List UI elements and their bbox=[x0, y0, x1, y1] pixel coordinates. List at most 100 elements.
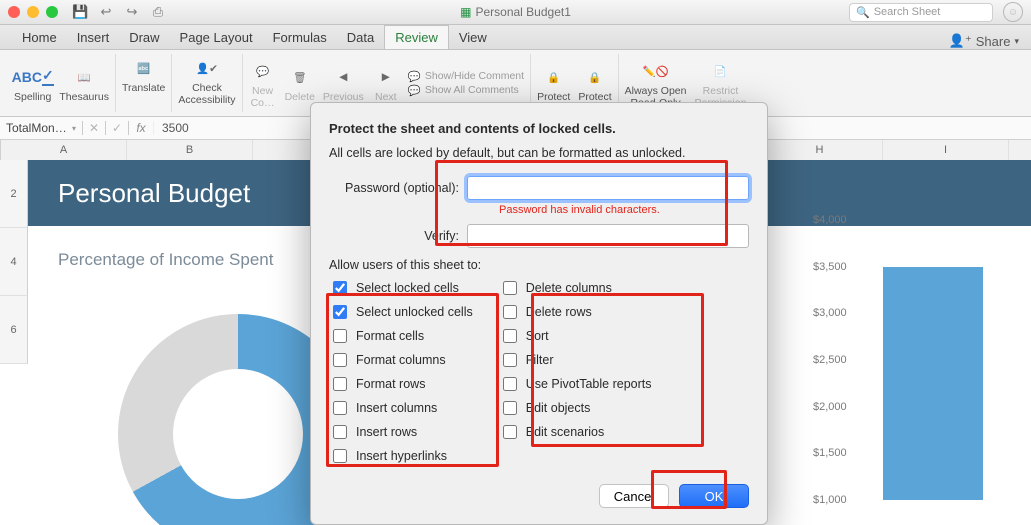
y-tick-label: $4,000 bbox=[813, 214, 847, 226]
show-all-comments-button[interactable]: 💬Show All Comments bbox=[408, 84, 524, 97]
permission-sort[interactable]: Sort bbox=[499, 326, 652, 346]
undo-icon[interactable]: ↩︎ bbox=[98, 4, 114, 20]
permission-insert-hyperlinks[interactable]: Insert hyperlinks bbox=[329, 446, 473, 466]
name-box[interactable]: TotalMon… ▾ bbox=[0, 121, 83, 135]
permission-label: Delete columns bbox=[526, 281, 612, 295]
permission-select-locked-cells[interactable]: Select locked cells bbox=[329, 278, 473, 298]
permission-checkbox[interactable] bbox=[333, 401, 347, 415]
redo-icon[interactable]: ↪︎ bbox=[124, 4, 140, 20]
permission-checkbox[interactable] bbox=[503, 377, 517, 391]
show-hide-comment-button[interactable]: 💬Show/Hide Comment bbox=[408, 70, 524, 83]
permission-label: Format rows bbox=[356, 377, 425, 391]
permission-use-pivottable-reports[interactable]: Use PivotTable reports bbox=[499, 374, 652, 394]
column-header[interactable]: H bbox=[757, 140, 883, 160]
permission-checkbox[interactable] bbox=[503, 401, 517, 415]
y-tick-label: $3,500 bbox=[813, 261, 847, 273]
ribbon-tabs: HomeInsertDrawPage LayoutFormulasDataRev… bbox=[0, 25, 1031, 50]
permission-delete-rows[interactable]: Delete rows bbox=[499, 302, 652, 322]
permission-checkbox[interactable] bbox=[503, 329, 517, 343]
verify-label: Verify: bbox=[329, 229, 467, 243]
enter-formula-icon[interactable]: ✓ bbox=[106, 121, 129, 135]
check-accessibility-button[interactable]: 👤✔ Check Accessibility bbox=[178, 54, 235, 106]
permission-checkbox[interactable] bbox=[503, 425, 517, 439]
next-icon: ▶ bbox=[372, 63, 400, 91]
permission-label: Insert rows bbox=[356, 425, 417, 439]
next-comment-button[interactable]: ▶ Next bbox=[372, 63, 400, 103]
row-headers: 246 bbox=[0, 160, 28, 364]
formula-input[interactable]: 3500 bbox=[154, 121, 197, 135]
tab-review[interactable]: Review bbox=[384, 25, 449, 49]
delete-comment-button[interactable]: 🗑 Delete bbox=[285, 63, 315, 103]
permission-delete-columns[interactable]: Delete columns bbox=[499, 278, 652, 298]
window-controls bbox=[8, 6, 58, 18]
permission-select-unlocked-cells[interactable]: Select unlocked cells bbox=[329, 302, 473, 322]
cancel-button[interactable]: Cancel bbox=[599, 484, 669, 508]
print-icon[interactable]: ⎙ bbox=[150, 4, 166, 20]
new-comment-icon: 💬 bbox=[249, 57, 277, 85]
cancel-formula-icon[interactable]: ✕ bbox=[83, 121, 106, 135]
search-icon: 🔍 bbox=[856, 6, 870, 19]
save-icon[interactable]: 💾 bbox=[72, 4, 88, 20]
permission-checkbox[interactable] bbox=[503, 353, 517, 367]
permission-format-cells[interactable]: Format cells bbox=[329, 326, 473, 346]
permission-format-rows[interactable]: Format rows bbox=[329, 374, 473, 394]
protect-workbook-button[interactable]: 🔒 Protect bbox=[578, 63, 611, 103]
row-header[interactable]: 4 bbox=[0, 228, 28, 296]
spelling-button[interactable]: ABC✓ Spelling bbox=[14, 63, 51, 103]
permission-checkbox[interactable] bbox=[333, 377, 347, 391]
permission-checkbox[interactable] bbox=[333, 329, 347, 343]
permission-format-columns[interactable]: Format columns bbox=[329, 350, 473, 370]
minimize-window-button[interactable] bbox=[27, 6, 39, 18]
column-header[interactable]: I bbox=[883, 140, 1009, 160]
fx-label: fx bbox=[129, 121, 154, 135]
permission-checkbox[interactable] bbox=[503, 305, 517, 319]
permission-checkbox[interactable] bbox=[333, 305, 347, 319]
row-header[interactable]: 6 bbox=[0, 296, 28, 364]
verify-input[interactable] bbox=[467, 224, 749, 248]
permission-checkbox[interactable] bbox=[503, 281, 517, 295]
password-input[interactable] bbox=[467, 176, 749, 200]
column-header[interactable]: B bbox=[127, 140, 253, 160]
share-button[interactable]: 👤⁺ Share ▾ bbox=[949, 33, 1019, 49]
permission-edit-objects[interactable]: Edit objects bbox=[499, 398, 652, 418]
delete-comment-icon: 🗑 bbox=[286, 63, 314, 91]
column-header[interactable]: J bbox=[1009, 140, 1031, 160]
feedback-icon[interactable]: ☺ bbox=[1003, 2, 1023, 22]
row-header[interactable]: 2 bbox=[0, 160, 28, 228]
zoom-window-button[interactable] bbox=[46, 6, 58, 18]
close-window-button[interactable] bbox=[8, 6, 20, 18]
permission-checkbox[interactable] bbox=[333, 449, 347, 463]
permission-checkbox[interactable] bbox=[333, 281, 347, 295]
tab-formulas[interactable]: Formulas bbox=[263, 26, 337, 49]
tab-data[interactable]: Data bbox=[337, 26, 384, 49]
tab-home[interactable]: Home bbox=[12, 26, 67, 49]
translate-button[interactable]: 🔤 Translate bbox=[122, 54, 165, 94]
protect-sheet-button[interactable]: 🔒 Protect bbox=[537, 63, 570, 103]
translate-icon: 🔤 bbox=[130, 54, 158, 82]
tab-draw[interactable]: Draw bbox=[119, 26, 169, 49]
column-header[interactable]: A bbox=[1, 140, 127, 160]
chevron-down-icon: ▾ bbox=[72, 124, 76, 133]
restrict-icon: 📄 bbox=[706, 57, 734, 85]
permission-insert-columns[interactable]: Insert columns bbox=[329, 398, 473, 418]
tab-page-layout[interactable]: Page Layout bbox=[170, 26, 263, 49]
permission-edit-scenarios[interactable]: Edit scenarios bbox=[499, 422, 652, 442]
readonly-icon: ✏️🚫 bbox=[642, 57, 670, 85]
previous-comment-button[interactable]: ◀ Previous bbox=[323, 63, 364, 103]
search-sheet-input[interactable]: 🔍 Search Sheet bbox=[849, 3, 993, 22]
permission-checkbox[interactable] bbox=[333, 353, 347, 367]
new-comment-button[interactable]: 💬 New Co… bbox=[249, 57, 277, 109]
tab-insert[interactable]: Insert bbox=[67, 26, 120, 49]
permission-label: Edit objects bbox=[526, 401, 591, 415]
permission-checkbox[interactable] bbox=[333, 425, 347, 439]
tab-view[interactable]: View bbox=[449, 26, 497, 49]
ok-button[interactable]: OK bbox=[679, 484, 749, 508]
protect-sheet-dialog: Protect the sheet and contents of locked… bbox=[310, 102, 768, 525]
spelling-icon: ABC✓ bbox=[19, 63, 47, 91]
titlebar: 💾 ↩︎ ↪︎ ⎙ ▦ Personal Budget1 🔍 Search Sh… bbox=[0, 0, 1031, 25]
thesaurus-button[interactable]: 📖 Thesaurus bbox=[59, 63, 109, 103]
comment-icon: 💬 bbox=[408, 70, 421, 83]
permission-insert-rows[interactable]: Insert rows bbox=[329, 422, 473, 442]
permission-filter[interactable]: Filter bbox=[499, 350, 652, 370]
password-label: Password (optional): bbox=[329, 181, 467, 195]
